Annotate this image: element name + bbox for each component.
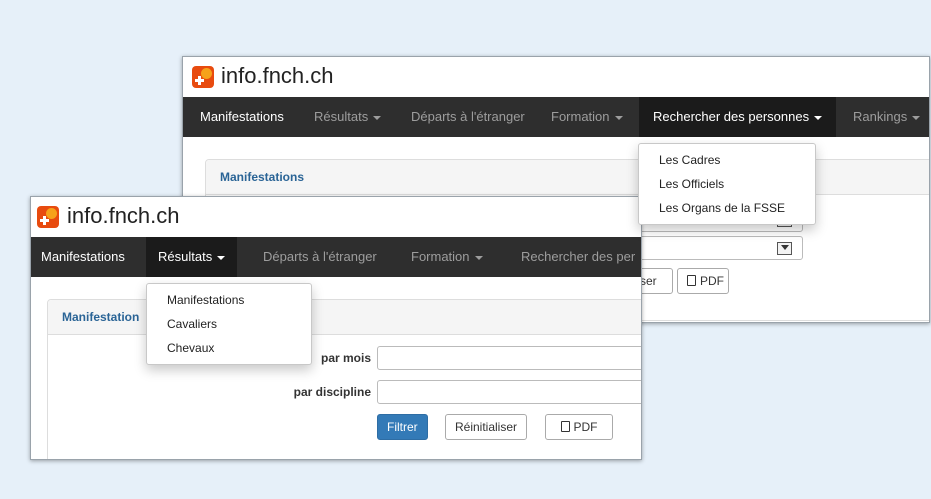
front-resultats-dropdown: Manifestations Cavaliers Chevaux [146, 283, 312, 365]
front-brand-bar: info.fnch.ch [31, 197, 641, 237]
discipline-input[interactable] [377, 380, 641, 404]
front-brand-title[interactable]: info.fnch.ch [67, 203, 180, 229]
month-input[interactable] [377, 346, 641, 370]
back-nav-rechercher-personnes[interactable]: Rechercher des personnes [639, 97, 837, 137]
caret-down-icon [814, 115, 823, 120]
select-arrow-icon [777, 242, 792, 255]
front-nav-resultats[interactable]: Résultats [146, 237, 238, 277]
front-panel-header: Manifestation [48, 300, 641, 335]
front-nav-manifestations[interactable]: Manifestations [31, 237, 131, 277]
document-icon [687, 275, 696, 286]
back-panel-header: Manifestations [206, 160, 929, 195]
front-browser-window: info.fnch.ch Manifestations Résultats Dé… [30, 196, 642, 460]
back-discipline-select[interactable] [623, 236, 803, 260]
caret-down-icon [912, 115, 921, 120]
back-panel-title: Manifestations [220, 170, 305, 184]
back-brand-bar: info.fnch.ch [183, 57, 929, 97]
dropdown-item-les-officiels[interactable]: Les Officiels [639, 172, 815, 196]
caret-down-icon [217, 255, 226, 260]
front-nav-rechercher-personnes[interactable]: Rechercher des per [511, 237, 641, 277]
dropdown-item-manifestations[interactable]: Manifestations [147, 288, 311, 312]
front-nav-formation[interactable]: Formation [401, 237, 493, 277]
back-nav-rankings[interactable]: Rankings [843, 97, 929, 137]
back-navbar: Manifestations Résultats Départs à l'étr… [183, 97, 929, 137]
back-brand-title[interactable]: info.fnch.ch [221, 63, 334, 89]
back-nav-resultats[interactable]: Résultats [304, 97, 391, 137]
back-pdf-button[interactable]: PDF [677, 268, 729, 294]
fnch-logo-icon[interactable] [37, 206, 59, 228]
front-navbar: Manifestations Résultats Départs à l'étr… [31, 237, 641, 277]
dropdown-item-cavaliers[interactable]: Cavaliers [147, 312, 311, 336]
front-nav-departs[interactable]: Départs à l'étranger [253, 237, 387, 277]
dropdown-item-les-organs[interactable]: Les Organs de la FSSE [639, 196, 815, 220]
back-nav-manifestations[interactable]: Manifestations [190, 97, 294, 137]
reset-button[interactable]: Réinitialiser [445, 414, 528, 440]
back-nav-formation[interactable]: Formation [541, 97, 633, 137]
dropdown-item-chevaux[interactable]: Chevaux [147, 336, 311, 360]
document-icon [560, 421, 570, 432]
front-panel-title: Manifestation [62, 310, 140, 324]
dropdown-item-les-cadres[interactable]: Les Cadres [639, 148, 815, 172]
back-rechercher-dropdown: Les Cadres Les Officiels Les Organs de l… [638, 143, 816, 225]
discipline-label: par discipline [293, 385, 371, 399]
caret-down-icon [474, 255, 483, 260]
filter-button[interactable]: Filtrer [377, 414, 428, 440]
fnch-logo-icon[interactable] [192, 66, 214, 88]
caret-down-icon [614, 115, 623, 120]
caret-down-icon [373, 115, 382, 120]
month-label: par mois [320, 351, 371, 365]
pdf-button[interactable]: PDF [545, 414, 613, 440]
back-nav-departs[interactable]: Départs à l'étranger [401, 97, 535, 137]
